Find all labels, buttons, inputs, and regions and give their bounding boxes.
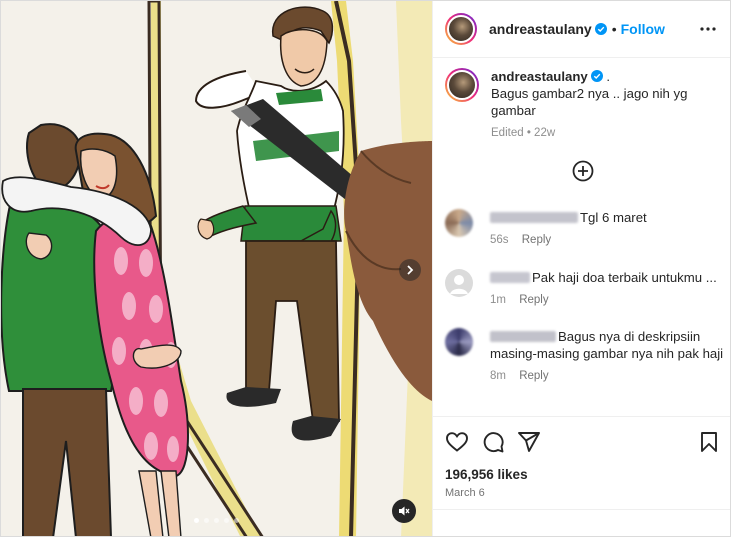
share-button[interactable]: [517, 430, 541, 454]
bookmark-icon: [701, 432, 717, 452]
audio-muted-icon: [399, 506, 410, 516]
drawing-illustration: [1, 1, 432, 536]
caption-text: Bagus gambar2 nya .. jago nih yg gambar: [491, 86, 688, 118]
commenter-username-blurred[interactable]: [490, 272, 530, 283]
follow-button[interactable]: Follow: [621, 21, 665, 37]
post-media[interactable]: [1, 1, 432, 536]
comment-text: Pak haji doa terbaik untukmu ...: [532, 270, 717, 285]
verified-badge-icon: [590, 70, 603, 82]
carousel-indicator: [1, 518, 432, 523]
mute-button[interactable]: [392, 499, 416, 523]
header-separator: •: [611, 21, 617, 37]
post-actions: 196,956 likes March 6: [433, 416, 730, 499]
likes-count[interactable]: 196,956 likes: [445, 467, 721, 482]
post-details: andreastaulany • Follow andreastaulany .…: [432, 1, 730, 536]
comment-icon: [483, 432, 504, 453]
post-dialog: andreastaulany • Follow andreastaulany .…: [0, 0, 731, 537]
edited-label: Edited: [491, 127, 524, 139]
comment-button[interactable]: [481, 430, 505, 454]
more-options-icon: [700, 27, 716, 31]
share-icon: [518, 432, 540, 452]
avatar[interactable]: [445, 328, 473, 356]
heart-icon: [446, 432, 468, 452]
add-comment-bar[interactable]: [433, 509, 730, 536]
next-slide-button[interactable]: [399, 259, 421, 281]
comment-text: Tgl 6 maret: [580, 210, 647, 225]
avatar[interactable]: [445, 209, 473, 237]
load-more-comments-icon[interactable]: [572, 160, 594, 182]
post-date: March 6: [445, 487, 485, 499]
comment-age: 1m: [490, 294, 506, 306]
chevron-right-icon: [407, 265, 414, 275]
comment-item: Pak haji doa terbaik untukmu ... 1m Repl…: [445, 269, 725, 309]
post-header: andreastaulany • Follow: [433, 1, 730, 58]
more-options-button[interactable]: [696, 17, 720, 41]
meta-separator: •: [526, 127, 531, 139]
reply-button[interactable]: Reply: [519, 294, 548, 306]
caption-age: 22w: [534, 127, 556, 139]
carousel-dot: [214, 518, 219, 523]
comment-item: Bagus nya di deskripsiin masing-masing g…: [445, 328, 725, 385]
carousel-dot: [204, 518, 209, 523]
reply-button[interactable]: Reply: [522, 234, 551, 246]
comment-age: 56s: [490, 234, 509, 246]
caption-username[interactable]: andreastaulany: [491, 69, 588, 84]
comment-item: Tgl 6 maret 56s Reply: [445, 209, 725, 249]
author-username[interactable]: andreastaulany: [489, 21, 592, 37]
avatar[interactable]: [445, 68, 479, 102]
carousel-dot: [224, 518, 229, 523]
carousel-dot: [234, 518, 239, 523]
save-button[interactable]: [697, 430, 721, 454]
comment-age: 8m: [490, 370, 506, 382]
post-caption: andreastaulany . Bagus gambar2 nya .. ja…: [445, 68, 723, 142]
reply-button[interactable]: Reply: [519, 370, 548, 382]
avatar[interactable]: [445, 13, 477, 45]
verified-badge-icon: [594, 23, 607, 35]
commenter-username-blurred[interactable]: [490, 212, 578, 223]
carousel-dot: [194, 518, 199, 523]
commenter-username-blurred[interactable]: [490, 331, 556, 342]
caption-dot: .: [606, 69, 611, 84]
default-avatar-icon[interactable]: [445, 269, 473, 297]
like-button[interactable]: [445, 430, 469, 454]
